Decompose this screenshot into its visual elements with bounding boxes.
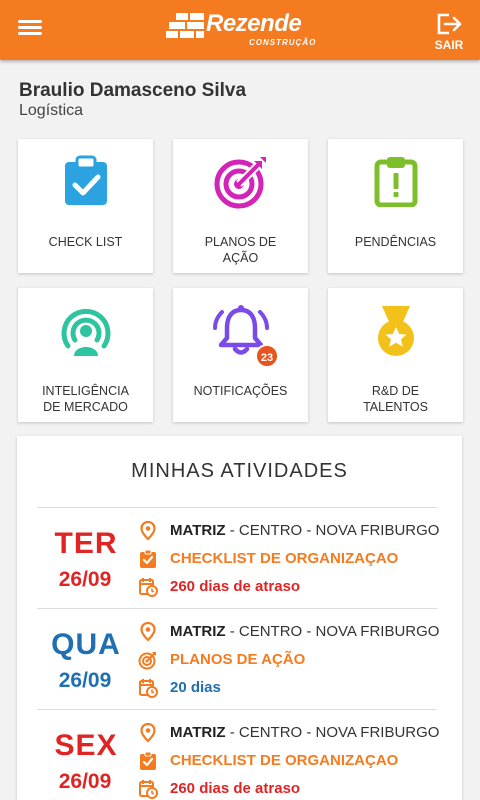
day-of-week: QUA xyxy=(51,628,121,661)
activities-title: MINHAS ATIVIDADES xyxy=(131,460,348,482)
user-name: Braulio Damasceno Silva xyxy=(19,80,247,101)
tile-pendencias[interactable]: PENDÊNCIAS xyxy=(328,139,463,273)
activity-row[interactable]: SEX 26/09 MATRIZ - CENTRO - NOVA FRIBURG… xyxy=(37,709,440,800)
tile-label: R&D DE TALENTOS xyxy=(363,384,428,414)
task-name: PLANOS DE AÇÃO xyxy=(170,651,306,668)
tile-label: INTELIGÊNCIA DE MERCADO xyxy=(42,384,129,414)
task-name: CHECKLIST DE ORGANIZAÇAO xyxy=(170,550,399,567)
tile-check-list[interactable]: CHECK LIST xyxy=(18,139,153,273)
deadline-text: 260 dias de atraso xyxy=(170,578,301,595)
calendar-clock-icon xyxy=(139,780,158,799)
activity-date: 26/09 xyxy=(58,568,112,591)
tile-planos-de-acao[interactable]: PLANOS DE AÇÃO xyxy=(173,139,308,273)
deadline-text: 260 dias de atraso xyxy=(170,780,301,797)
logout-button[interactable]: SAIR xyxy=(432,12,466,52)
deadline-text: 20 dias xyxy=(170,679,221,696)
location-text: MATRIZ - CENTRO - NOVA FRIBURGO xyxy=(170,724,440,741)
tile-label: PLANOS DE AÇÃO xyxy=(204,235,277,265)
location-text: MATRIZ - CENTRO - NOVA FRIBURGO xyxy=(170,522,440,539)
tile-rd-de-talentos[interactable]: R&D DE TALENTOS xyxy=(328,288,463,422)
bricks-icon xyxy=(166,13,204,38)
logout-icon xyxy=(437,13,462,35)
tile-inteligencia-de-mercado[interactable]: INTELIGÊNCIA DE MERCADO xyxy=(18,288,153,422)
tile-label: NOTIFICAÇÕES xyxy=(193,384,288,398)
task-name: CHECKLIST DE ORGANIZAÇAO xyxy=(170,752,399,769)
checklist-icon xyxy=(140,549,156,568)
location-text: MATRIZ - CENTRO - NOVA FRIBURGO xyxy=(170,623,440,640)
location-pin-icon xyxy=(140,521,156,541)
tile-label: PENDÊNCIAS xyxy=(354,235,437,249)
brand-name: Rezende xyxy=(206,10,302,37)
calendar-clock-icon xyxy=(139,578,158,597)
day-of-week: TER xyxy=(54,527,118,560)
location-pin-icon xyxy=(140,723,156,743)
activity-row[interactable]: QUA 26/09 MATRIZ - CENTRO - NOVA FRIBURG… xyxy=(37,608,440,709)
menu-icon[interactable] xyxy=(18,18,46,42)
clipboard-check-icon xyxy=(64,155,107,205)
tile-notificacoes[interactable]: 23 NOTIFICAÇÕES xyxy=(173,288,308,422)
calendar-clock-icon xyxy=(139,679,158,698)
notification-count-badge: 23 xyxy=(255,344,279,368)
clipboard-alert-icon xyxy=(374,157,417,207)
location-pin-icon xyxy=(140,622,156,642)
target-icon xyxy=(214,157,266,209)
target-icon xyxy=(138,652,156,670)
logout-label: SAIR xyxy=(434,38,464,52)
user-department: Logística xyxy=(19,102,84,119)
app-header: Rezende CONSTRUÇÃO SAIR xyxy=(0,0,480,60)
activities-card: MINHAS ATIVIDADES TER 26/09 MATRIZ - CEN… xyxy=(17,436,462,800)
brand-subtitle: CONSTRUÇÃO xyxy=(249,38,317,47)
checklist-icon xyxy=(140,751,156,770)
activity-date: 26/09 xyxy=(58,669,112,692)
activity-row[interactable]: TER 26/09 MATRIZ - CENTRO - NOVA FRIBURG… xyxy=(37,507,440,608)
activity-date: 26/09 xyxy=(58,770,112,793)
day-of-week: SEX xyxy=(54,729,118,762)
medal-icon xyxy=(377,306,414,356)
brand-logo: Rezende CONSTRUÇÃO xyxy=(166,10,316,50)
broadcast-user-icon xyxy=(61,308,110,356)
tile-label: CHECK LIST xyxy=(48,235,123,249)
